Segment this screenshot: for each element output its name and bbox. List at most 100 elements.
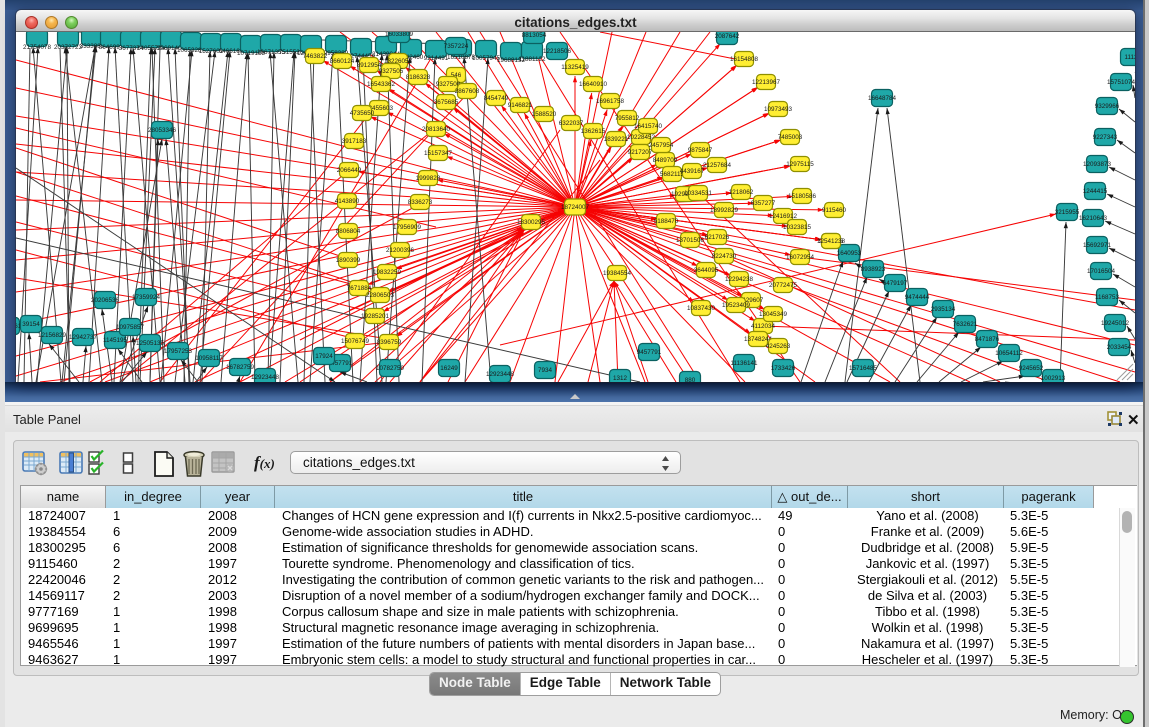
svg-text:17359924: 17359924 [132, 294, 161, 301]
svg-text:39154: 39154 [22, 321, 40, 328]
svg-text:3215955: 3215955 [1055, 209, 1080, 216]
svg-text:11881122: 11881122 [518, 56, 546, 63]
svg-text:17957253: 17957253 [164, 348, 193, 355]
svg-text:16249: 16249 [440, 365, 458, 372]
svg-text:18724007: 18724007 [561, 204, 590, 211]
svg-text:8489709: 8489709 [653, 157, 678, 164]
svg-text:21200396: 21200396 [386, 247, 415, 254]
svg-text:16154808: 16154808 [730, 56, 759, 63]
svg-text:6217026: 6217026 [705, 234, 730, 241]
svg-text:1168753: 1168753 [1095, 294, 1120, 301]
svg-text:16648784: 16648784 [868, 95, 897, 102]
svg-text:15692971: 15692971 [1083, 242, 1112, 249]
svg-text:11136141: 11136141 [730, 360, 758, 367]
svg-text:8224730: 8224730 [712, 253, 737, 260]
svg-text:1733426: 1733426 [771, 365, 796, 372]
svg-text:12942737: 12942737 [69, 334, 98, 341]
svg-text:16782759: 16782759 [226, 364, 255, 371]
svg-text:9875847: 9875847 [688, 147, 713, 154]
svg-text:17924: 17924 [315, 353, 333, 360]
svg-text:12505135: 12505135 [136, 340, 165, 347]
svg-text:12093873: 12093873 [1083, 161, 1112, 168]
svg-text:19285201: 19285201 [361, 313, 390, 320]
svg-text:13701506: 13701506 [676, 237, 705, 244]
svg-text:28053346: 28053346 [148, 127, 177, 134]
svg-text:9146821: 9146821 [508, 102, 533, 109]
svg-text:10654112: 10654112 [995, 350, 1023, 357]
svg-text:16640910: 16640910 [579, 81, 608, 88]
svg-text:17956909: 17956909 [393, 224, 422, 231]
svg-text:2066449: 2066449 [337, 167, 362, 174]
svg-text:12923448: 12923448 [486, 371, 515, 378]
svg-text:19523409: 19523409 [722, 302, 751, 309]
svg-text:4245263: 4245263 [766, 343, 791, 350]
svg-text:1640953: 1640953 [837, 250, 862, 257]
svg-text:7357224: 7357224 [444, 43, 469, 50]
svg-text:1145195: 1145195 [103, 337, 128, 344]
svg-text:19832259: 19832259 [373, 269, 402, 276]
svg-text:15716485: 15716485 [849, 365, 878, 372]
svg-text:10334531: 10334531 [684, 190, 713, 197]
svg-text:4143890: 4143890 [335, 198, 360, 205]
svg-text:8336273: 8336273 [408, 199, 433, 206]
svg-text:12541238: 12541238 [817, 238, 846, 245]
svg-text:6322037: 6322037 [559, 120, 584, 127]
svg-text:1588520: 1588520 [532, 111, 557, 118]
svg-text:3675685: 3675685 [434, 99, 459, 106]
svg-text:2935134: 2935134 [931, 306, 956, 313]
svg-text:4112034: 4112034 [751, 323, 776, 330]
svg-text:15751074: 15751074 [1107, 79, 1135, 86]
svg-text:19245012: 19245012 [1101, 320, 1130, 327]
svg-text:8806804: 8806804 [336, 228, 361, 235]
svg-text:10975857: 10975857 [116, 324, 145, 331]
svg-text:12156829: 12156829 [38, 332, 67, 339]
svg-text:2867608: 2867608 [455, 88, 480, 95]
svg-text:7463822: 7463822 [303, 53, 328, 60]
svg-text:9474444: 9474444 [905, 294, 930, 301]
svg-text:17016504: 17016504 [1087, 268, 1116, 275]
svg-text:20372723: 20372723 [54, 44, 83, 51]
svg-text:9214491: 9214491 [424, 55, 449, 62]
svg-text:8454749: 8454749 [484, 95, 509, 102]
svg-text:1218062: 1218062 [729, 189, 754, 196]
svg-text:8938923: 8938923 [861, 266, 886, 273]
svg-text:3644095: 3644095 [694, 267, 719, 274]
svg-text:10837430: 10837430 [687, 305, 716, 312]
svg-text:1890399: 1890399 [336, 257, 361, 264]
svg-text:6357277: 6357277 [751, 200, 776, 207]
svg-text:22806503: 22806503 [366, 292, 395, 299]
svg-text:10973493: 10973493 [764, 106, 793, 113]
svg-text:16210643: 16210643 [1079, 215, 1108, 222]
svg-text:880: 880 [685, 377, 696, 382]
svg-text:12218506: 12218506 [543, 48, 572, 55]
svg-text:12294238: 12294238 [725, 276, 754, 283]
svg-text:16072954: 16072954 [786, 254, 815, 261]
svg-text:7955812: 7955812 [615, 115, 640, 122]
svg-text:12213967: 12213967 [752, 79, 781, 86]
svg-text:9227343: 9227343 [1093, 134, 1118, 141]
svg-text:1839221: 1839221 [604, 136, 629, 143]
svg-text:1362615: 1362615 [581, 128, 606, 135]
svg-text:19384554: 19384554 [603, 270, 632, 277]
svg-text:10958117: 10958117 [195, 355, 223, 362]
svg-text:7485003: 7485003 [778, 134, 803, 141]
svg-text:20813640: 20813640 [422, 126, 451, 133]
svg-text:12923448: 12923448 [251, 374, 280, 381]
svg-text:20206536: 20206536 [91, 297, 120, 304]
svg-text:7934: 7934 [538, 367, 553, 374]
svg-text:9327505: 9327505 [379, 68, 404, 75]
svg-text:16961758: 16961758 [596, 98, 625, 105]
svg-text:9245652: 9245652 [1019, 365, 1044, 372]
svg-text:8186328: 8186328 [406, 74, 431, 81]
svg-text:8396759: 8396759 [377, 339, 402, 346]
svg-text:2457954: 2457954 [649, 142, 674, 149]
svg-text:16415740: 16415740 [634, 123, 663, 130]
svg-text:1112: 1112 [1124, 54, 1135, 61]
svg-text:4735650: 4735650 [350, 110, 375, 117]
svg-text:21754078: 21754078 [23, 44, 52, 51]
svg-text:15180586: 15180586 [788, 193, 817, 200]
svg-text:18300295: 18300295 [517, 219, 546, 226]
svg-text:9115460: 9115460 [822, 207, 847, 214]
svg-text:10323815: 10323815 [783, 224, 812, 231]
svg-text:3917183: 3917183 [342, 138, 367, 145]
